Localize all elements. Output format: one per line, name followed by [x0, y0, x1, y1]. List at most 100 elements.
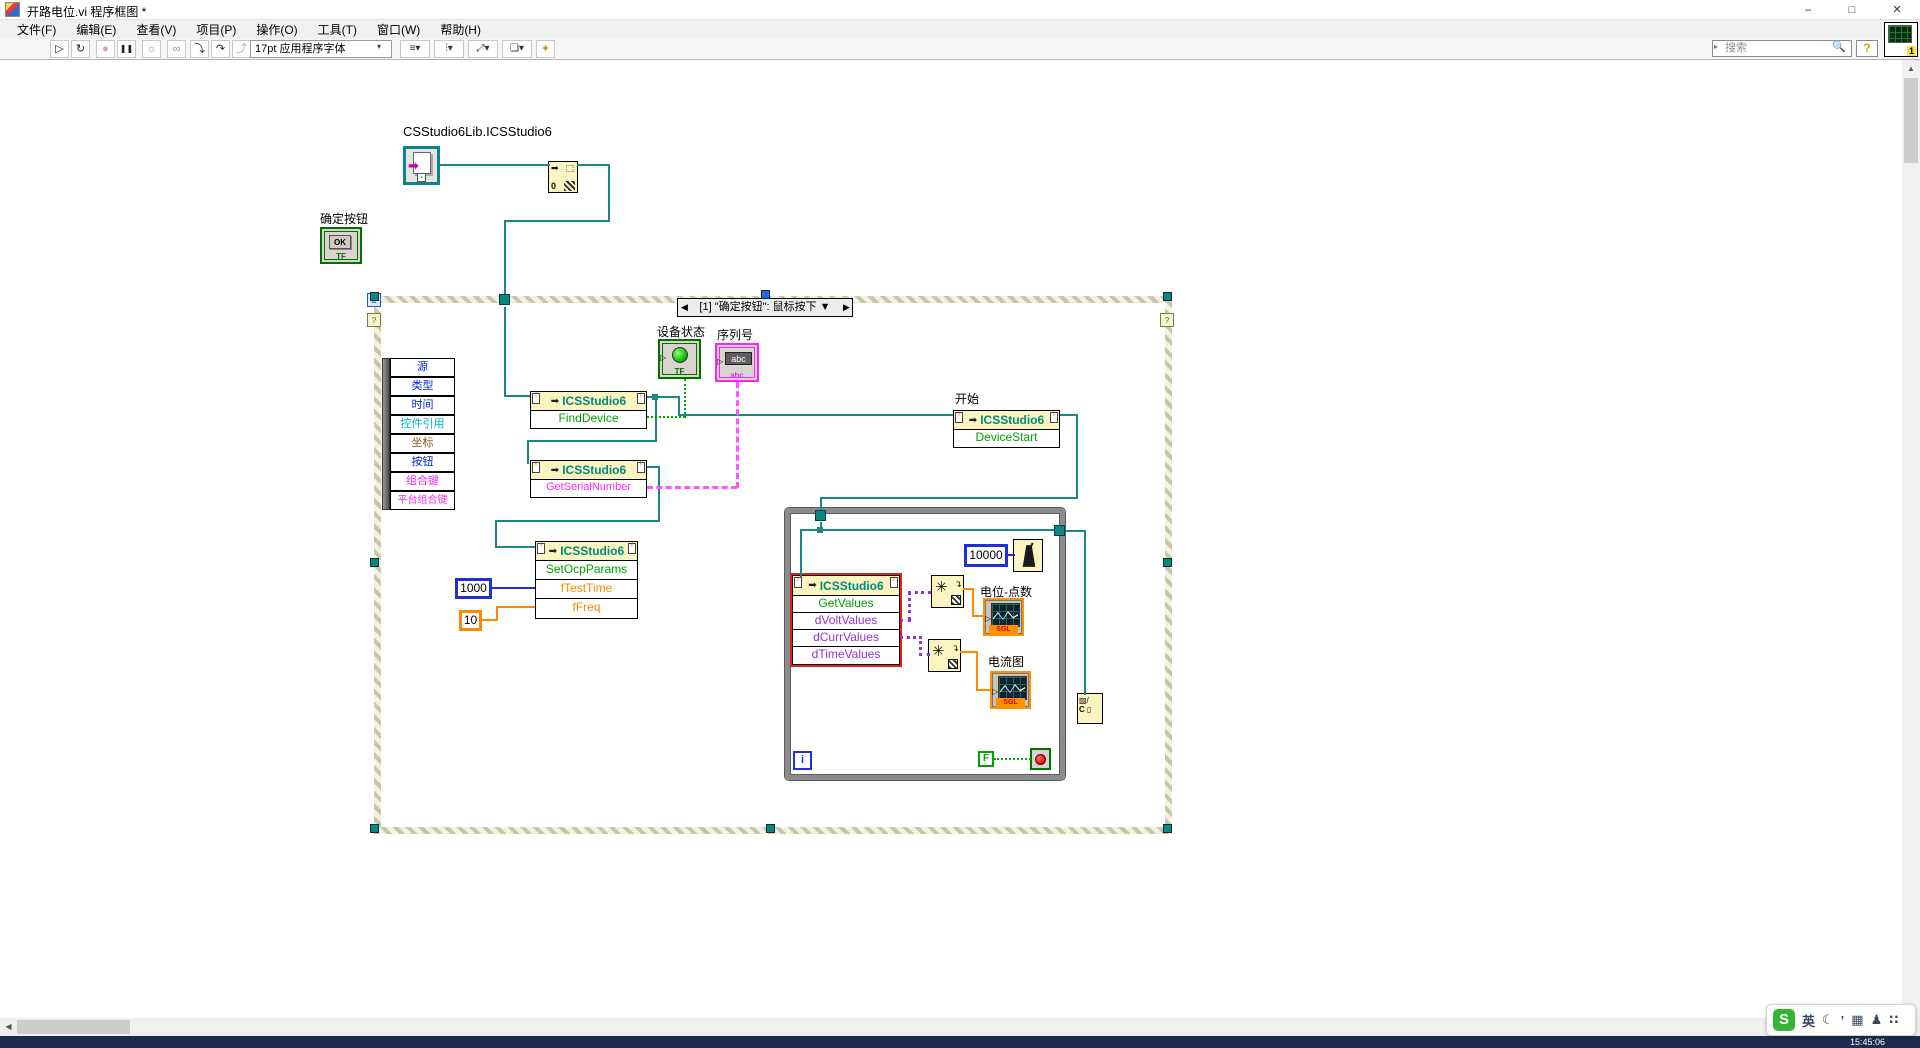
convert-to-dynamic-data-2[interactable]: ✳ ↴	[928, 639, 961, 672]
person-icon[interactable]: ♟	[1871, 1012, 1883, 1028]
invoke-node-get-values[interactable]: !➡ICSStudio6! GetValues dVoltValues dCur…	[792, 575, 900, 665]
test-time-constant[interactable]: 1000	[455, 578, 492, 599]
wire-segment[interactable]	[496, 606, 498, 621]
menu-operate[interactable]: 操作(O)	[247, 19, 306, 40]
font-selector[interactable]: 17pt 应用程序字体	[250, 40, 392, 58]
wire-segment[interactable]	[976, 651, 978, 691]
wire-segment[interactable]	[504, 220, 610, 222]
param-ftesttime[interactable]: fTestTime	[536, 580, 637, 599]
device-status-led-terminal[interactable]: ▷ TF	[658, 339, 701, 379]
run-button[interactable]: ▷	[50, 40, 69, 58]
invoke-node-get-serial-number[interactable]: !➡ICSStudio6! GetSerialNumber	[530, 460, 647, 498]
font-selector-dropdown-icon[interactable]: ▾	[377, 42, 381, 51]
param-ffreq[interactable]: fFreq	[536, 599, 637, 618]
wire-segment[interactable]	[527, 440, 529, 464]
abort-button[interactable]: ●	[96, 40, 115, 58]
event-prev-arrow[interactable]: ◀	[681, 302, 688, 313]
context-help-button[interactable]: ?	[1856, 40, 1878, 57]
soft-keyboard-icon[interactable]: ▦	[1851, 1012, 1863, 1028]
reorder-button[interactable]: ❏▾	[502, 40, 532, 58]
convert-to-dynamic-data-1[interactable]: ✳ ↴	[931, 575, 964, 608]
start-label[interactable]: 开始	[955, 390, 979, 407]
current-graph-label[interactable]: 电流图	[988, 653, 1024, 670]
wire-junction[interactable]	[817, 527, 823, 533]
wire-segment[interactable]	[678, 414, 953, 416]
wire-segment[interactable]	[491, 587, 535, 589]
ok-button-terminal[interactable]: OK TF	[320, 227, 362, 264]
loop-iteration-terminal[interactable]: i	[793, 751, 812, 770]
wire-segment[interactable]	[647, 486, 737, 489]
maximize-button[interactable]: □	[1830, 0, 1874, 20]
selection-handle[interactable]	[370, 558, 379, 567]
ok-button-label[interactable]: 确定按钮	[320, 210, 368, 227]
distribute-objects-button[interactable]: ⫶▾	[434, 40, 464, 58]
method-name[interactable]: FindDevice	[531, 411, 646, 428]
wire-segment[interactable]	[684, 379, 686, 418]
scroll-left-icon[interactable]: ◀	[0, 1018, 17, 1035]
tunnel[interactable]	[499, 294, 510, 305]
wire-segment[interactable]	[647, 416, 685, 418]
wait-ms-constant[interactable]: 10000	[964, 544, 1008, 567]
event-data-row[interactable]: 平台组合键	[390, 491, 455, 510]
event-next-arrow[interactable]: ▶	[843, 302, 850, 313]
method-name[interactable]: GetValues	[793, 596, 899, 613]
horizontal-scrollbar[interactable]	[0, 1018, 1902, 1036]
moon-icon[interactable]: ☾	[1822, 1012, 1834, 1028]
search-input[interactable]: 搜索	[1712, 40, 1852, 57]
selection-handle[interactable]	[761, 290, 770, 299]
pause-button[interactable]: ❚❚	[117, 40, 136, 58]
retain-wire-values-button[interactable]: ∞	[167, 40, 186, 58]
wire-segment[interactable]	[908, 591, 931, 594]
sogou-logo-icon[interactable]: S	[1773, 1009, 1795, 1031]
ime-toolbar[interactable]: S 英 ☾ ’ ▦ ♟ ∷	[1766, 1004, 1916, 1036]
event-data-row[interactable]: 源	[390, 358, 455, 377]
invoke-node-device-start[interactable]: !➡ICSStudio6! DeviceStart	[953, 410, 1060, 448]
wire-segment[interactable]	[994, 758, 1031, 760]
wire-segment[interactable]	[1007, 554, 1015, 556]
wire-segment[interactable]	[678, 396, 680, 416]
wire-segment[interactable]	[972, 615, 984, 617]
punctuation-icon[interactable]: ’	[1841, 1013, 1845, 1028]
align-objects-button[interactable]: ≡▾	[400, 40, 430, 58]
ime-language-mode[interactable]: 英	[1802, 1011, 1815, 1030]
volt-graph-terminal[interactable]: ▷ SGL	[983, 598, 1024, 636]
menu-view[interactable]: 查看(V)	[127, 19, 185, 40]
wire-segment[interactable]	[800, 529, 802, 577]
wire-segment[interactable]	[495, 520, 497, 548]
step-over-button[interactable]: ↷	[211, 40, 230, 58]
invoke-node-find-device[interactable]: !➡ICSStudio6! FindDevice	[530, 391, 647, 429]
method-name[interactable]: DeviceStart	[954, 430, 1059, 447]
wire-junction[interactable]	[652, 394, 658, 400]
wire-segment[interactable]	[736, 382, 739, 488]
event-data-row[interactable]: 控件引用	[390, 415, 455, 434]
selection-handle[interactable]	[370, 824, 379, 833]
wire-segment[interactable]	[527, 440, 657, 442]
minimize-button[interactable]: –	[1786, 0, 1830, 20]
wire-segment[interactable]	[504, 395, 530, 397]
loop-condition-terminal[interactable]	[1030, 748, 1051, 770]
method-name[interactable]: SetOcpParams	[536, 561, 637, 580]
search-collapse-icon[interactable]: ▸	[1714, 42, 1718, 51]
wire-segment[interactable]	[908, 591, 911, 621]
wire-segment[interactable]	[504, 307, 506, 397]
wait-ms-function[interactable]	[1013, 539, 1043, 572]
param-dcurrvalues[interactable]: dCurrValues	[793, 630, 899, 647]
wire-segment[interactable]	[976, 689, 991, 691]
tunnel[interactable]	[1054, 525, 1065, 536]
scroll-up-icon[interactable]: ▲	[1902, 60, 1920, 77]
windows-taskbar-edge[interactable]: 15:45:06	[0, 1036, 1920, 1048]
wire-segment[interactable]	[440, 164, 550, 166]
event-data-row[interactable]: 类型	[390, 377, 455, 396]
cleanup-diagram-button[interactable]: ✦	[536, 40, 555, 58]
toolbox-grid-icon[interactable]: ∷	[1889, 1012, 1898, 1028]
wire-segment[interactable]	[655, 396, 657, 442]
resize-objects-button[interactable]: ⤢▾	[468, 40, 498, 58]
wire-segment[interactable]	[495, 520, 660, 522]
tunnel[interactable]	[815, 510, 826, 521]
event-case-selector[interactable]: [1] "确定按钮": 鼠标按下 ▼	[677, 298, 853, 317]
event-data-row[interactable]: 组合键	[390, 472, 455, 491]
freq-constant[interactable]: 10	[459, 610, 482, 631]
wire-segment[interactable]	[658, 466, 660, 522]
class-constant-label[interactable]: CSStudio6Lib.ICSStudio6	[403, 124, 552, 139]
highlight-execution-button[interactable]: ☼	[142, 40, 161, 58]
